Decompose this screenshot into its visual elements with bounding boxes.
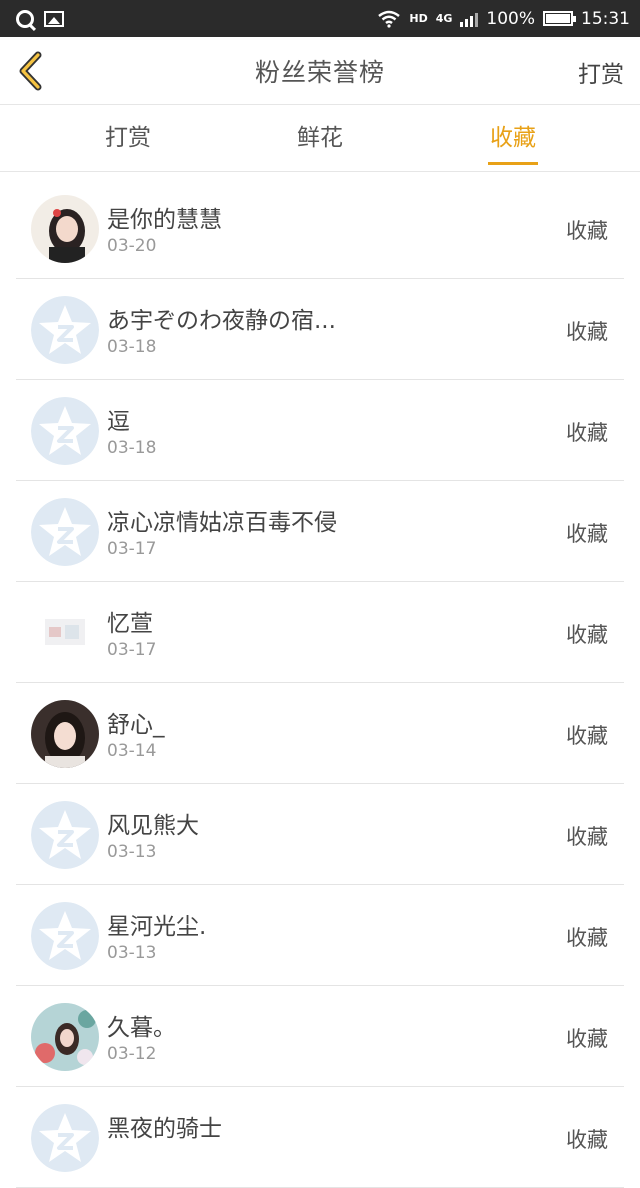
user-name[interactable]: 凉心凉情姑凉百毒不侵 <box>107 503 337 537</box>
list-item[interactable]: 星河光尘. 03-13 收藏 <box>0 885 640 986</box>
default-star-avatar-icon <box>31 296 99 364</box>
user-name[interactable]: 是你的慧慧 <box>107 200 222 234</box>
list-item[interactable]: 久暮。 03-12 收藏 <box>0 986 640 1087</box>
header: 粉丝荣誉榜 打赏 <box>0 37 640 105</box>
list-item[interactable]: 是你的慧慧 03-20 收藏 <box>0 178 640 279</box>
tab-bar: 打赏 鲜花 收藏 <box>0 105 640 172</box>
action-label: 收藏 <box>566 724 608 748</box>
avatar[interactable] <box>31 498 99 566</box>
action-label: 收藏 <box>566 623 608 647</box>
qq-notification-icon <box>16 9 34 28</box>
date: 03-18 <box>107 438 157 458</box>
avatar[interactable] <box>31 1104 99 1172</box>
user-name[interactable]: 忆萱 <box>107 604 153 638</box>
back-button[interactable] <box>14 51 54 91</box>
status-bar: HD 4G 100% 15:31 <box>0 0 640 37</box>
avatar[interactable] <box>31 1003 99 1071</box>
default-star-avatar-icon <box>31 397 99 465</box>
chevron-left-icon <box>19 51 42 91</box>
list-item[interactable]: 忆萱 03-17 收藏 <box>0 582 640 683</box>
action-label: 收藏 <box>566 1128 608 1152</box>
date: 03-20 <box>107 236 157 256</box>
photo-portrait-icon <box>31 700 99 768</box>
user-name[interactable]: 风见熊大 <box>107 806 199 840</box>
hd-label: HD <box>409 12 428 25</box>
user-name[interactable]: 逗 <box>107 402 130 436</box>
clock: 15:31 <box>581 8 630 29</box>
user-name[interactable]: あ宇ぞのわ夜静の宿... <box>107 301 336 335</box>
signal-icon <box>460 11 479 27</box>
list-item[interactable]: 凉心凉情姑凉百毒不侵 03-17 收藏 <box>0 481 640 582</box>
date: 03-13 <box>107 943 157 963</box>
list-item[interactable]: 风见熊大 03-13 收藏 <box>0 784 640 885</box>
tab-favorites[interactable]: 收藏 <box>453 105 573 171</box>
tab-label: 鲜花 <box>297 125 343 151</box>
date: 03-14 <box>107 741 157 761</box>
default-star-avatar-icon <box>31 498 99 566</box>
date: 03-18 <box>107 337 157 357</box>
action-label: 收藏 <box>566 1027 608 1051</box>
battery-icon <box>543 11 576 26</box>
photo-girl-icon <box>31 195 99 263</box>
avatar[interactable] <box>31 397 99 465</box>
fan-list: 是你的慧慧 03-20 收藏 あ宇ぞのわ夜静の宿... 03-18 收藏逗 03-18 收藏凉… <box>0 178 640 1188</box>
image-notification-icon <box>44 10 64 27</box>
action-label: 收藏 <box>566 522 608 546</box>
avatar[interactable] <box>31 599 99 667</box>
date: 03-17 <box>107 539 157 559</box>
action-label: 收藏 <box>566 320 608 344</box>
avatar[interactable] <box>31 195 99 263</box>
action-label: 收藏 <box>566 219 608 243</box>
avatar[interactable] <box>31 700 99 768</box>
list-item[interactable]: 舒心_ 03-14 收藏 <box>0 683 640 784</box>
network-label: 4G <box>435 12 453 25</box>
default-star-avatar-icon <box>31 801 99 869</box>
list-item[interactable]: あ宇ぞのわ夜静の宿... 03-18 收藏 <box>0 279 640 380</box>
active-tab-indicator <box>488 162 538 165</box>
tab-reward[interactable]: 打赏 <box>68 105 188 171</box>
default-star-avatar-icon <box>31 902 99 970</box>
date: 03-12 <box>107 1044 157 1064</box>
action-label: 收藏 <box>566 926 608 950</box>
action-label: 收藏 <box>566 421 608 445</box>
user-name[interactable]: 星河光尘. <box>107 907 206 941</box>
list-item[interactable]: 逗 03-18 收藏 <box>0 380 640 481</box>
battery-percent: 100% <box>486 8 535 29</box>
reward-button[interactable]: 打赏 <box>578 55 624 89</box>
action-label: 收藏 <box>566 825 608 849</box>
avatar[interactable] <box>31 801 99 869</box>
user-name[interactable]: 久暮。 <box>107 1008 176 1042</box>
photo-room-icon <box>31 599 99 667</box>
wifi-icon <box>378 10 401 28</box>
date: 03-17 <box>107 640 157 660</box>
page-title: 粉丝荣誉榜 <box>254 57 385 87</box>
user-name[interactable]: 舒心_ <box>107 705 165 739</box>
date: 03-13 <box>107 842 157 862</box>
tab-label: 打赏 <box>105 125 151 151</box>
tab-flowers[interactable]: 鲜花 <box>260 105 380 171</box>
avatar[interactable] <box>31 902 99 970</box>
photo-flowers-icon <box>31 1003 99 1071</box>
default-star-avatar-icon <box>31 1104 99 1172</box>
avatar[interactable] <box>31 296 99 364</box>
tab-label: 收藏 <box>490 125 536 151</box>
